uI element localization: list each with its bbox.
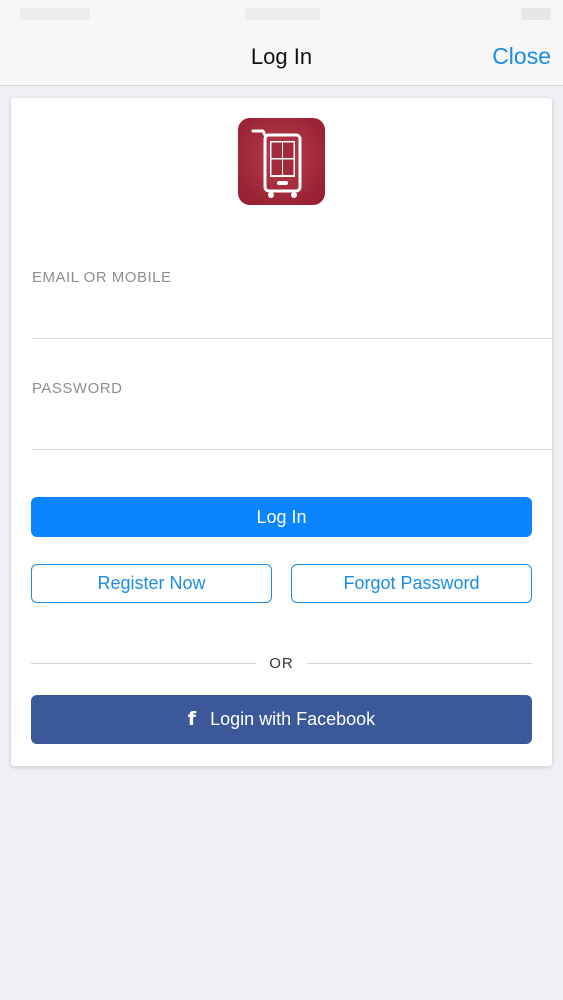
password-field[interactable]	[32, 405, 552, 445]
or-divider-right	[307, 663, 532, 664]
status-time	[245, 8, 320, 20]
status-carrier	[20, 8, 90, 20]
email-divider	[32, 338, 552, 339]
register-now-button[interactable]: Register Now	[31, 564, 272, 603]
email-label: EMAIL OR MOBILE	[32, 269, 172, 286]
page-title: Log In	[250, 44, 313, 69]
battery-icon	[521, 8, 551, 20]
email-field[interactable]	[32, 294, 552, 334]
login-card: EMAIL OR MOBILE PASSWORD Log In Register…	[11, 98, 552, 766]
navigation-bar: Log In Close	[0, 28, 563, 86]
login-button[interactable]: Log In	[31, 497, 532, 537]
password-label: PASSWORD	[32, 380, 123, 397]
facebook-login-button[interactable]: f Login with Facebook	[31, 695, 532, 744]
facebook-icon: f	[187, 708, 197, 730]
forgot-password-button[interactable]: Forgot Password	[291, 564, 532, 603]
close-button[interactable]: Close	[492, 43, 551, 70]
shopping-cart-phone-icon	[251, 129, 302, 198]
password-divider	[32, 449, 552, 450]
facebook-login-label: Login with Facebook	[210, 709, 376, 729]
status-bar	[0, 0, 563, 28]
app-logo	[238, 118, 325, 205]
